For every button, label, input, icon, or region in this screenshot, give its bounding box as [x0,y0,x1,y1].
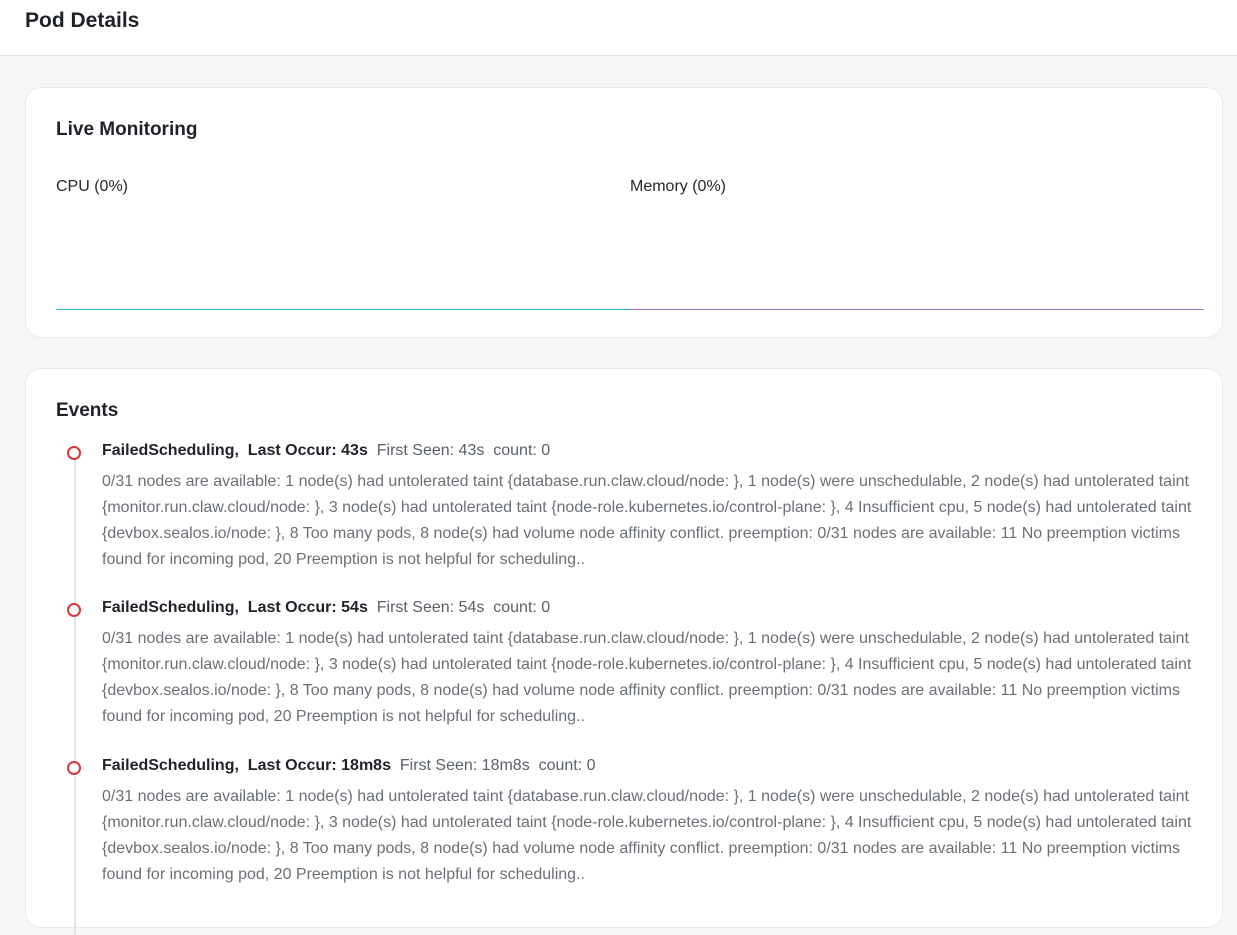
cpu-chart-line [56,309,630,310]
event-first-seen: First Seen: 43s [376,442,485,459]
event-reason: FailedScheduling, [102,599,239,616]
event-header: FailedScheduling, Last Occur: 18m8s Firs… [102,757,596,775]
memory-chart-line [630,309,1204,310]
event-first-seen: First Seen: 18m8s [399,757,530,774]
event-message: 0/31 nodes are available: 1 node(s) had … [102,473,1192,568]
event-status-icon [67,446,81,460]
event-header: FailedScheduling, Last Occur: 43s First … [102,442,550,460]
timeline-rail [74,455,76,935]
event-count: count: 0 [538,757,596,774]
event-first-seen: First Seen: 54s [376,599,485,616]
event-reason: FailedScheduling, [102,757,239,774]
event-message: 0/31 nodes are available: 1 node(s) had … [102,630,1192,725]
event-count: count: 0 [493,599,551,616]
live-monitoring-card: Live Monitoring CPU (0%) Memory (0%) [25,87,1223,338]
event-last-occur: Last Occur: 43s [247,442,368,459]
event-status-icon [67,761,81,775]
cpu-label: CPU (0%) [56,178,129,195]
event-count: count: 0 [493,442,551,459]
page-header: Pod Details [0,0,1237,56]
event-last-occur: Last Occur: 54s [247,599,368,616]
memory-label: Memory (0%) [630,178,727,195]
event-last-occur: Last Occur: 18m8s [247,757,391,774]
event-status-icon [67,603,81,617]
page-title: Pod Details [25,9,140,32]
events-card: Events FailedScheduling, Last Occur: 43s… [25,368,1223,935]
event-reason: FailedScheduling, [102,442,239,459]
event-message: 0/31 nodes are available: 1 node(s) had … [102,788,1192,883]
event-header: FailedScheduling, Last Occur: 54s First … [102,599,550,617]
events-title: Events [56,400,119,421]
live-monitoring-title: Live Monitoring [56,119,198,140]
